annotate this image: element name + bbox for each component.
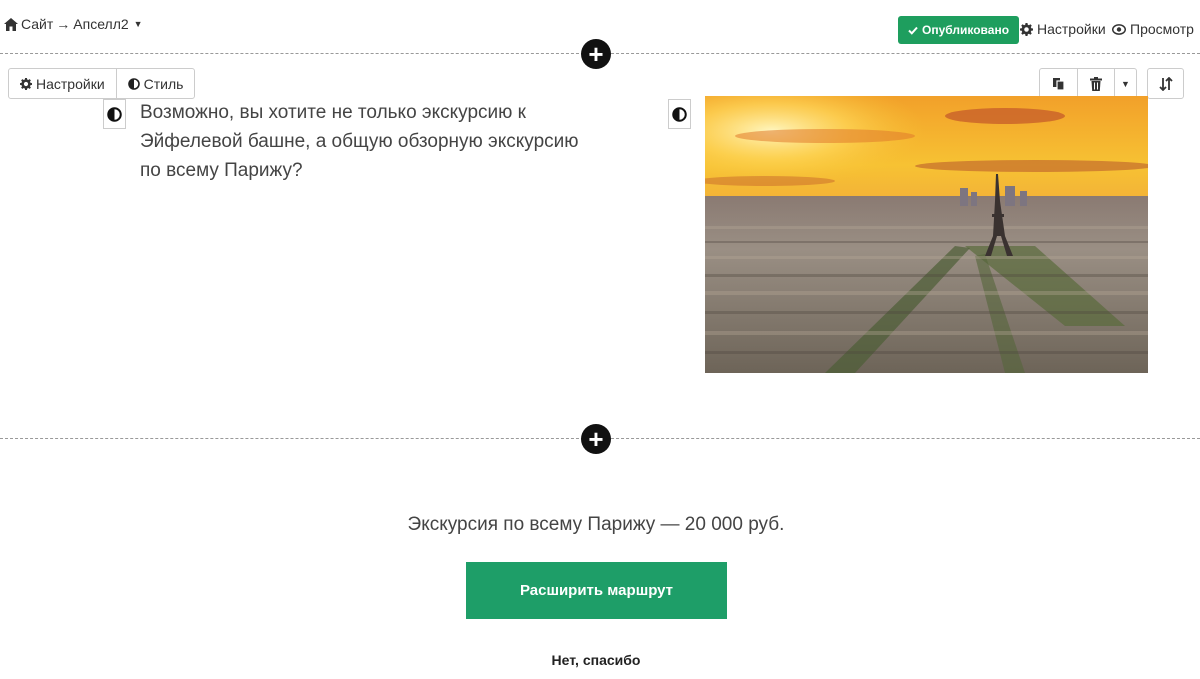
published-button[interactable]: Опубликовано	[898, 16, 1020, 44]
copy-block-button[interactable]	[1040, 69, 1077, 98]
top-settings-label: Настройки	[1037, 21, 1106, 37]
intro-text[interactable]: Возможно, вы хотите не только экскурсию …	[140, 98, 590, 185]
block-actions: ▼	[1039, 68, 1137, 99]
block-style-label: Стиль	[143, 75, 184, 92]
home-icon	[4, 17, 18, 31]
chevron-down-icon[interactable]: ▼	[134, 19, 143, 29]
gear-icon	[20, 77, 32, 90]
chevron-down-icon: ▼	[1121, 78, 1130, 89]
published-label: Опубликовано	[922, 23, 1010, 37]
preview-label: Просмотр	[1130, 21, 1194, 37]
breadcrumb[interactable]: Сайт → Апселл2 ▼	[4, 16, 143, 32]
copy-icon	[1052, 77, 1066, 91]
contrast-icon	[107, 106, 122, 122]
trash-icon	[1090, 76, 1102, 91]
plus-icon[interactable]: +	[581, 424, 611, 454]
price-text[interactable]: Экскурсия по всему Парижу — 20 000 руб.	[0, 514, 1192, 536]
sort-block-button[interactable]	[1147, 68, 1184, 99]
breadcrumb-site[interactable]: Сайт	[21, 16, 53, 32]
image-style-toggle[interactable]	[668, 99, 691, 129]
decline-link[interactable]: Нет, спасибо	[0, 652, 1192, 668]
breadcrumb-arrow: →	[56, 16, 71, 32]
gear-icon	[1020, 22, 1033, 36]
block-settings-button[interactable]: Настройки	[9, 69, 116, 98]
plus-icon[interactable]: +	[581, 39, 611, 69]
sort-icon	[1158, 76, 1173, 91]
top-settings-link[interactable]: Настройки	[1020, 21, 1106, 37]
breadcrumb-page[interactable]: Апселл2	[73, 16, 128, 32]
check-icon	[908, 26, 918, 35]
expand-route-button[interactable]: Расширить маршрут	[466, 562, 727, 619]
block-settings-label: Настройки	[36, 75, 105, 92]
block-style-button[interactable]: Стиль	[115, 69, 195, 98]
more-actions-dropdown[interactable]: ▼	[1114, 69, 1136, 98]
text-style-toggle[interactable]	[103, 99, 126, 129]
contrast-icon	[672, 106, 687, 122]
paris-image[interactable]	[705, 96, 1148, 373]
delete-block-button[interactable]	[1077, 69, 1114, 98]
eye-icon	[1112, 23, 1126, 35]
preview-link[interactable]: Просмотр	[1112, 21, 1194, 37]
contrast-icon	[127, 77, 140, 90]
block-toolbar: Настройки Стиль	[8, 68, 196, 99]
